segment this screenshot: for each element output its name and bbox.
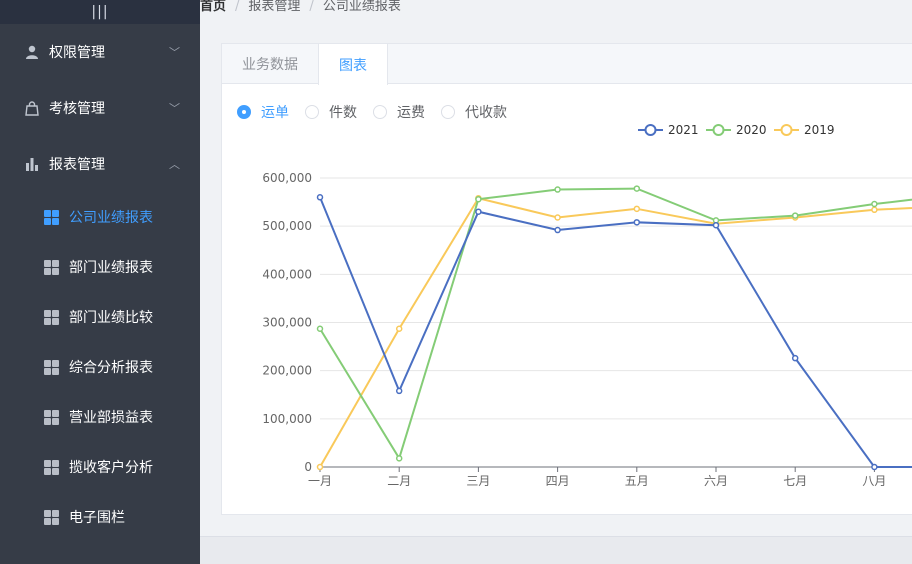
- breadcrumb: 首页 / 报表管理 / 公司业绩报表: [200, 0, 912, 24]
- report-card: 业务数据 图表 运单 件数 运费 代收款: [221, 43, 912, 515]
- radio-dot-icon: [237, 105, 251, 119]
- grid-icon: [44, 309, 59, 325]
- radio-freight[interactable]: 运费: [373, 102, 425, 122]
- bar-chart-icon: [24, 156, 40, 172]
- breadcrumb-separator: /: [235, 0, 240, 14]
- menu-group-label: 报表管理: [49, 157, 105, 173]
- radio-label: 件数: [329, 105, 357, 121]
- sidebar-item-dept-performance[interactable]: 部门业绩报表: [0, 242, 200, 292]
- metric-radio-group: 运单 件数 运费 代收款: [237, 102, 523, 122]
- breadcrumb-separator: /: [309, 0, 314, 14]
- menu-group-reports[interactable]: 报表管理 ︿: [0, 136, 200, 192]
- sidebar-item-label: 综合分析报表: [69, 360, 153, 376]
- sidebar-item-label: 部门业绩报表: [69, 260, 153, 276]
- tab-business-data[interactable]: 业务数据: [222, 44, 318, 84]
- sidebar-item-label: 公司业绩报表: [69, 210, 153, 226]
- menu-group-label: 考核管理: [49, 101, 105, 117]
- radio-label: 运费: [397, 105, 425, 121]
- grid-icon: [44, 409, 59, 425]
- menu-group-label: 权限管理: [49, 45, 105, 61]
- radio-cod[interactable]: 代收款: [441, 102, 507, 122]
- grid-icon: [44, 209, 59, 225]
- collapse-toggle[interactable]: |||: [0, 0, 200, 24]
- sidebar-item-dept-comparison[interactable]: 部门业绩比较: [0, 292, 200, 342]
- sidebar-item-geofence[interactable]: 电子围栏: [0, 492, 200, 542]
- grid-icon: [44, 259, 59, 275]
- menu-group-assessment[interactable]: 考核管理 ﹀: [0, 80, 200, 136]
- bag-icon: [24, 100, 40, 116]
- grid-icon: [44, 509, 59, 525]
- sidebar-item-label: 揽收客户分析: [69, 460, 153, 476]
- sidebar-item-label: 营业部损益表: [69, 410, 153, 426]
- chevron-up-icon: ︿: [169, 158, 180, 171]
- chevron-down-icon: ﹀: [169, 102, 180, 115]
- radio-dot-icon: [441, 105, 455, 119]
- sidebar-item-customer-analysis[interactable]: 揽收客户分析: [0, 442, 200, 492]
- tab-chart[interactable]: 图表: [318, 44, 388, 85]
- grid-icon: [44, 459, 59, 475]
- sidebar-item-profit-loss[interactable]: 营业部损益表: [0, 392, 200, 442]
- sidebar: ||| 权限管理 ﹀ 考核管理 ﹀ 报表管理 ︿ 公司业绩报表 部门业绩报表 部…: [0, 0, 200, 564]
- breadcrumb-current: 公司业绩报表: [322, 0, 401, 14]
- user-icon: [24, 44, 40, 60]
- radio-dot-icon: [373, 105, 387, 119]
- menu-collapse-icon: |||: [91, 4, 109, 20]
- breadcrumb-reports[interactable]: 报表管理: [248, 0, 300, 14]
- menu-group-permissions[interactable]: 权限管理 ﹀: [0, 24, 200, 80]
- radio-label: 代收款: [465, 105, 507, 121]
- radio-waybill[interactable]: 运单: [237, 102, 289, 122]
- bottom-bar: [200, 536, 912, 564]
- radio-dot-icon: [305, 105, 319, 119]
- sidebar-item-label: 部门业绩比较: [69, 310, 153, 326]
- sidebar-item-label: 电子围栏: [69, 510, 125, 526]
- grid-icon: [44, 359, 59, 375]
- radio-pieces[interactable]: 件数: [305, 102, 357, 122]
- tab-bar: 业务数据 图表: [222, 44, 912, 85]
- sidebar-item-company-performance[interactable]: 公司业绩报表: [0, 192, 200, 242]
- chevron-down-icon: ﹀: [169, 46, 180, 59]
- sidebar-item-analysis[interactable]: 综合分析报表: [0, 342, 200, 392]
- radio-label: 运单: [261, 105, 289, 121]
- breadcrumb-home[interactable]: 首页: [200, 0, 226, 14]
